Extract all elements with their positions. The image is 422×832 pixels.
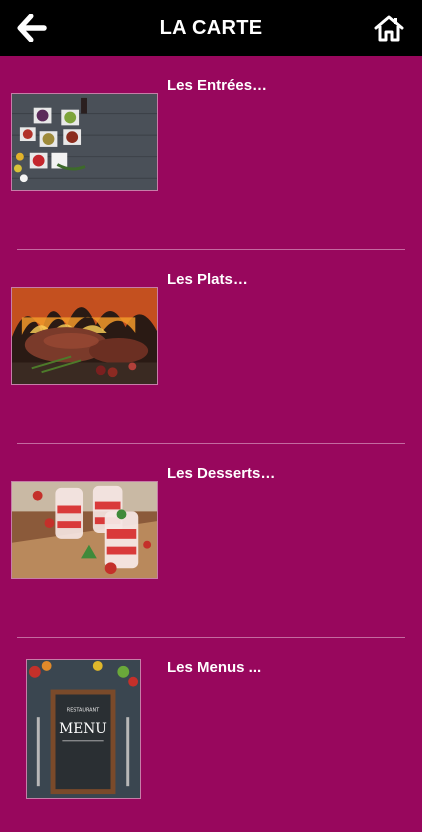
menu-board-photo: RESTAURANT MENU xyxy=(26,659,141,799)
home-button[interactable] xyxy=(372,12,406,44)
list-item-entrees[interactable]: Les Entrées… xyxy=(0,56,422,250)
back-button[interactable] xyxy=(14,12,50,44)
list-item-label: Les Menus ... xyxy=(167,659,262,676)
list-item-plats[interactable]: Les Plats… xyxy=(0,250,422,444)
list-item-label: Les Entrées… xyxy=(167,77,268,94)
list-item-desserts[interactable]: Les Desserts… xyxy=(0,444,422,638)
list-item-label: Les Desserts… xyxy=(167,465,276,482)
home-icon xyxy=(374,15,404,42)
strawberry-dessert-photo xyxy=(11,481,158,579)
arrow-left-icon xyxy=(17,14,47,42)
list-item-label: Les Plats… xyxy=(167,271,248,288)
page-title: LA CARTE xyxy=(159,17,263,39)
starters-photo xyxy=(11,93,158,191)
svg-text:MENU: MENU xyxy=(59,721,107,737)
list-item-menus[interactable]: RESTAURANT MENU Les Menus ... xyxy=(0,638,422,832)
grilled-meat-photo xyxy=(11,287,158,385)
svg-text:RESTAURANT: RESTAURANT xyxy=(67,707,100,713)
top-bar: LA CARTE xyxy=(0,0,422,56)
menu-list: Les Entrées… Les Plats… Les Desserts… RE… xyxy=(0,56,422,832)
